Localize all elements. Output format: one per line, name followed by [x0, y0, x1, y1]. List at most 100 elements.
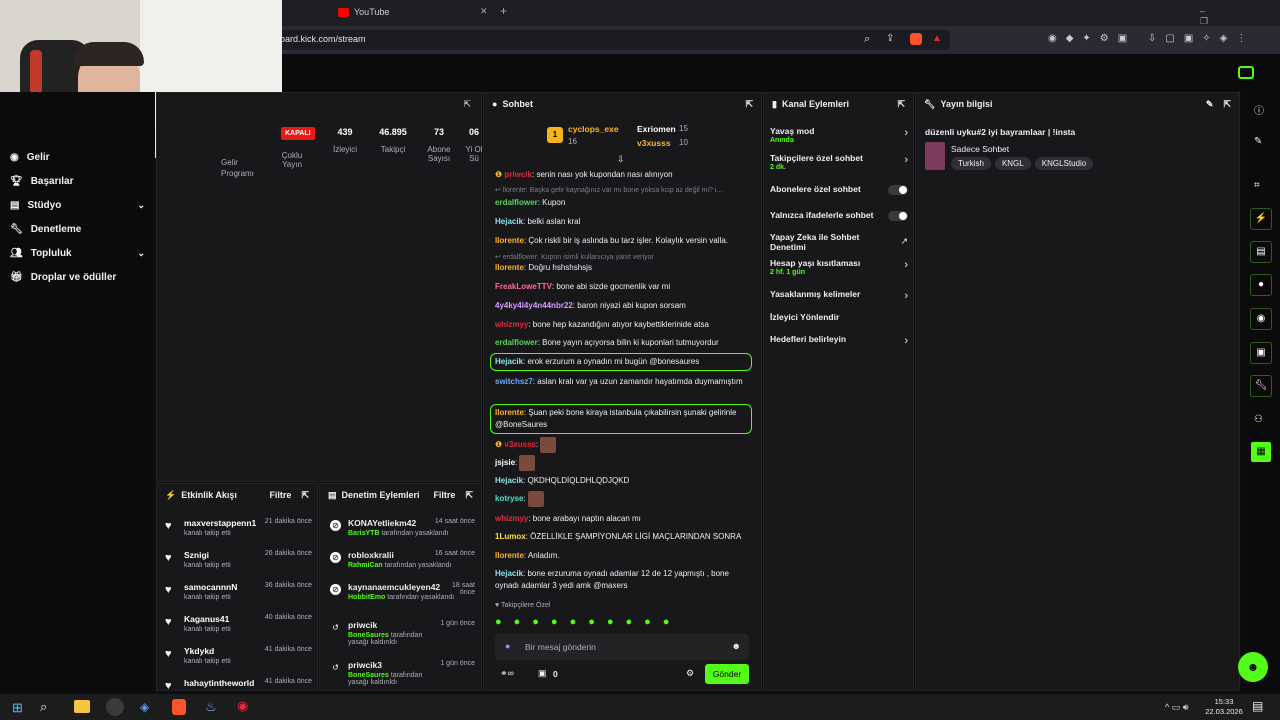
new-tab-icon[interactable]: + — [500, 4, 507, 18]
windows-start-icon[interactable]: ⊞ — [12, 700, 23, 716]
tag-list: Turkish KNGL KNGLStudio — [951, 157, 1097, 170]
top-gifter-name[interactable]: v3xusss — [637, 138, 671, 148]
activity-item: ♥ hahaytintheworld 41 dakika önce — [165, 678, 312, 691]
revenue-program-label: Gelir Programı — [221, 158, 254, 178]
activity-filter-button[interactable]: Filtre — [269, 490, 291, 500]
bolt-tool-button[interactable]: ⚡ — [1250, 208, 1272, 230]
calculator-icon[interactable]: ▦ — [1251, 442, 1271, 462]
tag-chip[interactable]: KNGL — [994, 157, 1031, 170]
activity-feed-title: Etkinlik Akışı — [181, 490, 237, 500]
category-name[interactable]: Sadece Sohbet — [951, 144, 1009, 154]
file-explorer-icon[interactable] — [74, 700, 90, 713]
notification-icon[interactable]: ▤ — [1252, 699, 1263, 713]
heart-icon: ♥ — [165, 648, 172, 660]
steam-icon[interactable]: ♨ — [205, 699, 217, 715]
sidebar-item-label: Başarılar — [30, 176, 74, 187]
raid-row[interactable]: İzleyici Yönlendir — [770, 312, 908, 322]
account-age-row[interactable]: Hesap yaşı kısıtlaması 2 hf. 1 gün › — [770, 258, 908, 276]
sidebar-item-label: Topluluk — [30, 248, 72, 259]
sidebar-item-gelir[interactable]: ◉ Gelir — [10, 152, 145, 163]
brave-rewards-icon[interactable]: ▲ — [932, 33, 942, 44]
edit-icon[interactable]: ✎ — [1254, 136, 1262, 147]
banned-words-row[interactable]: Yasaklanmış kelimeler › — [770, 289, 908, 302]
sidebar-item-drops[interactable]: 🎁︎ Droplar ve ödüller — [10, 272, 145, 283]
app-icon[interactable] — [106, 698, 124, 716]
close-tab-icon[interactable]: ✕ — [480, 6, 488, 17]
browser-tab-title[interactable]: YouTube — [354, 7, 389, 17]
top-gifter-name[interactable]: Exriomen — [637, 124, 676, 134]
tray-icons[interactable]: ^ ▭ 🔊︎ — [1165, 702, 1188, 713]
followers-only-row[interactable]: Takipçilere özel sohbet 2 dk. › — [770, 153, 908, 171]
sidebar-item-achievements[interactable]: 🏆︎ Başarılar — [10, 176, 145, 187]
top-gifter-count: 16 — [568, 137, 577, 146]
mod-actions-panel: ▤ Denetim Eylemleri Filtre ⇱ ⊘ KONAYetliekm4… — [319, 483, 482, 691]
popout-icon[interactable]: ⇱ — [745, 99, 753, 110]
slow-mode-row[interactable]: Yavaş mod Anında › — [770, 126, 908, 144]
users-icon[interactable]: ⚇ — [1254, 414, 1263, 425]
send-button[interactable]: Gönder — [705, 664, 749, 684]
brave-shield-icon[interactable] — [910, 33, 922, 45]
app-icon[interactable]: ◉ — [237, 698, 248, 714]
chat-input[interactable]: ● Bir mesaj gönderin ☻ — [495, 634, 749, 660]
popout-icon[interactable]: ⇱ — [897, 99, 905, 110]
chevron-down-icon: ⌄ — [137, 200, 145, 210]
wrench-tool-button[interactable]: 🔧︎ — [1250, 375, 1272, 397]
sidebar-item-community[interactable]: 👥︎ Topluluk ⌄ — [10, 248, 145, 259]
points-icon[interactable]: ▣ — [538, 668, 547, 679]
tag-chip[interactable]: KNGLStudio — [1034, 157, 1094, 170]
brave-icon[interactable] — [172, 699, 186, 715]
channel-actions-panel: ▮ Kanal Eylemleri ⇱ — [763, 92, 914, 691]
info-icon[interactable]: ⓘ — [1254, 102, 1264, 117]
chat-message: Hejacik: bone erzuruma oynadı adamlar 12… — [495, 569, 729, 590]
studio-icon: ▤ — [10, 200, 20, 211]
stat-followers: 46.895 Takipçi — [379, 127, 407, 154]
popout-icon[interactable]: ⇱ — [301, 490, 309, 501]
emotes-only-toggle[interactable] — [888, 211, 908, 221]
notes-tool-button[interactable]: ▤ — [1250, 241, 1272, 263]
chat-settings-icon[interactable]: ⚙ — [686, 668, 694, 679]
subscribers-only-toggle[interactable] — [888, 185, 908, 195]
sidebar: ◉ Gelir 🏆︎ Başarılar ▤ Stüdyo ⌄ 🔧︎ Denetleme … — [0, 92, 155, 694]
heart-icon: ♥ — [165, 680, 172, 691]
search-icon[interactable]: ⌕ — [864, 33, 870, 46]
chevron-right-icon: › — [904, 290, 908, 302]
extensions-icons[interactable]: ◉◆✦⚙▣ ⇩▢▣✧◈⋮ — [1048, 33, 1263, 47]
clipboard-tool-button[interactable]: ▣ — [1250, 342, 1272, 364]
ban-icon: ⊘ — [330, 520, 341, 531]
search-icon[interactable]: ⌕ — [40, 699, 47, 715]
edit-icon[interactable]: ✎ — [1206, 99, 1214, 110]
share-icon[interactable]: ⇪ — [886, 33, 894, 44]
pin-icon[interactable]: ⇩ — [617, 154, 625, 165]
help-chat-icon[interactable]: ☻ — [1238, 652, 1268, 682]
emote-picker-row[interactable]: ●●●●●●●●●● — [495, 616, 750, 630]
chat-users-icon[interactable]: ⚭∞ — [500, 668, 514, 679]
popout-icon[interactable]: ⇱ — [463, 99, 471, 110]
taskbar: ⊞ ⌕ ◈ ♨ ◉ ^ ▭ 🔊︎ 15:33 22.03.2026 ▤ — [0, 694, 1280, 720]
activity-item: ♥ Ykdykd kanalı takip etti 41 dakika önce — [165, 646, 312, 665]
chat-message: erdalflower: Kupon — [495, 198, 566, 207]
app-icon[interactable]: ◈ — [140, 700, 149, 714]
tag-chip[interactable]: Turkish — [951, 157, 991, 170]
sidebar-item-label: Stüdyo — [27, 200, 62, 211]
trophy-icon: 🏆︎ — [10, 176, 23, 187]
crop-icon[interactable]: ⌗ — [1254, 180, 1260, 191]
sidebar-item-studio[interactable]: ▤ Stüdyo ⌄ — [10, 200, 145, 211]
kick-logo-icon[interactable] — [1238, 66, 1254, 79]
popout-icon[interactable]: ⇱ — [465, 490, 473, 501]
stat-multistream: Çoklu Yayın — [281, 151, 303, 169]
clock[interactable]: 15:33 22.03.2026 — [1205, 697, 1243, 717]
mic-icon[interactable]: ● — [505, 641, 510, 651]
goals-row[interactable]: Hedefleri belirleyin › — [770, 334, 908, 347]
chat-tool-button[interactable]: ● — [1250, 274, 1272, 296]
emoji-icon[interactable]: ☻ — [732, 641, 741, 651]
chat-message: 1Lumox: ÖZELLİKLE ŞAMPİYONLAR LİGİ MAÇLA… — [495, 532, 742, 541]
wrench-icon: 🔧︎ — [924, 98, 936, 109]
ai-moderation-row[interactable]: Yapay Zeka ile Sohbet Denetimi ↗ — [770, 232, 908, 252]
popout-icon[interactable]: ⇱ — [1223, 99, 1231, 110]
mod-filter-button[interactable]: Filtre — [433, 490, 455, 500]
coin-icon: ◉ — [10, 152, 19, 163]
sidebar-item-moderation[interactable]: 🔧︎ Denetleme — [10, 224, 145, 235]
url-field[interactable]: oard.kick.com/stream — [270, 30, 950, 50]
broadcast-tool-button[interactable]: ◉ — [1250, 308, 1272, 330]
top-gifter-name[interactable]: cyclops_exe — [568, 124, 619, 134]
